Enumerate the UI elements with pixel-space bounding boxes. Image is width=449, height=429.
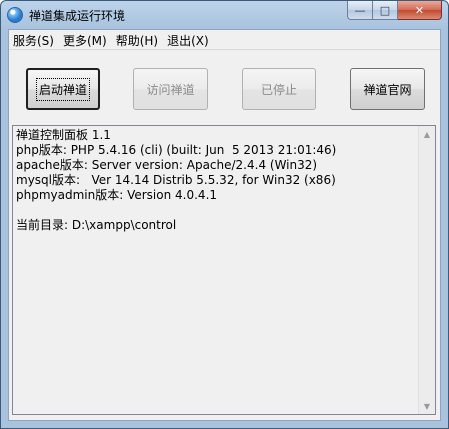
window-title: 禅道集成运行环境: [29, 9, 126, 23]
console-line: apache版本: Server version: Apache/2.4.4 (…: [16, 158, 318, 172]
close-button[interactable]: ✕: [398, 1, 442, 20]
console-line: php版本: PHP 5.4.16 (cli) (built: Jun 5 20…: [16, 143, 337, 157]
chevron-up-icon[interactable]: ▲: [419, 126, 435, 142]
stopped-button[interactable]: 已停止: [242, 68, 316, 110]
menu-help[interactable]: 帮助(H): [112, 30, 163, 49]
visit-button[interactable]: 访问禅道: [133, 68, 208, 110]
vertical-scrollbar[interactable]: ▲ ▼: [418, 126, 435, 414]
start-button[interactable]: 启动禅道: [26, 68, 100, 110]
menu-service[interactable]: 服务(S): [9, 30, 59, 49]
official-site-button[interactable]: 禅道官网: [350, 68, 425, 110]
menu-bar: 服务(S) 更多(M) 帮助(H) 退出(X): [9, 30, 440, 50]
console-line: 禅道控制面板 1.1: [16, 128, 111, 142]
window-controls: — □ ✕: [347, 1, 442, 21]
console-line: phpmyadmin版本: Version 4.0.4.1: [16, 188, 218, 202]
console-text: 禅道控制面板 1.1 php版本: PHP 5.4.16 (cli) (buil…: [16, 128, 336, 233]
chevron-down-icon[interactable]: ▼: [419, 398, 435, 414]
minimize-button[interactable]: —: [347, 1, 373, 20]
start-button-label: 启动禅道: [35, 77, 91, 101]
stopped-button-label: 已停止: [260, 82, 297, 97]
client-area: 服务(S) 更多(M) 帮助(H) 退出(X) 启动禅道 访问禅道 已停止 禅道…: [8, 29, 441, 421]
title-bar[interactable]: 禅道集成运行环境 — □ ✕: [1, 1, 448, 29]
app-icon[interactable]: [7, 7, 23, 23]
visit-button-label: 访问禅道: [146, 82, 195, 97]
menu-more[interactable]: 更多(M): [59, 30, 112, 49]
console-line: 当前目录: D:\xampp\control: [16, 218, 177, 232]
menu-exit[interactable]: 退出(X): [163, 30, 214, 49]
console-output[interactable]: 禅道控制面板 1.1 php版本: PHP 5.4.16 (cli) (buil…: [12, 125, 436, 415]
maximize-button[interactable]: □: [373, 1, 398, 20]
official-site-button-label: 禅道官网: [363, 82, 412, 97]
app-window: 禅道集成运行环境 — □ ✕ 服务(S) 更多(M) 帮助(H) 退出(X) 启…: [0, 0, 449, 429]
console-line: mysql版本: Ver 14.14 Distrib 5.5.32, for W…: [16, 173, 336, 187]
